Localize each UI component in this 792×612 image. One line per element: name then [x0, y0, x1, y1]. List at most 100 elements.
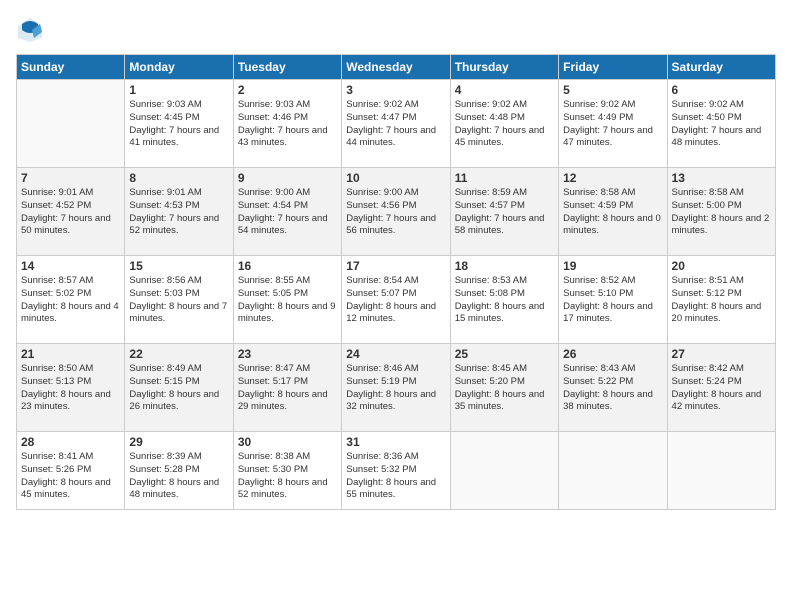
calendar-cell: 11Sunrise: 8:59 AMSunset: 4:57 PMDayligh…: [450, 168, 558, 256]
calendar-cell: 3 Sunrise: 9:02 AMSunset: 4:47 PMDaylight…: [342, 80, 450, 168]
day-number: 31: [346, 435, 445, 449]
day-info: Sunrise: 8:38 AMSunset: 5:30 PMDaylight:…: [238, 451, 337, 502]
day-number: 5: [563, 83, 662, 97]
header: [16, 16, 776, 44]
day-info: Sunrise: 8:49 AMSunset: 5:15 PMDaylight:…: [129, 363, 228, 414]
calendar-cell: 22Sunrise: 8:49 AMSunset: 5:15 PMDayligh…: [125, 344, 233, 432]
calendar-cell: 2 Sunrise: 9:03 AMSunset: 4:46 PMDaylight…: [233, 80, 341, 168]
calendar-cell: 31 Sunrise: 8:36 AMSunset: 5:32 PMDayligh…: [342, 432, 450, 510]
calendar-cell: 4Sunrise: 9:02 AMSunset: 4:48 PMDaylight…: [450, 80, 558, 168]
day-number: 19: [563, 259, 662, 273]
day-number: 24: [346, 347, 445, 361]
day-number: 30: [238, 435, 337, 449]
day-number: 15: [129, 259, 228, 273]
day-info: Sunrise: 9:00 AMSunset: 4:54 PMDaylight:…: [238, 187, 337, 238]
day-info: Sunrise: 9:02 AMSunset: 4:47 PMDaylight:…: [346, 99, 445, 150]
day-info: Sunrise: 9:01 AMSunset: 4:53 PMDaylight:…: [129, 187, 228, 238]
logo: [16, 16, 46, 44]
calendar-cell: [667, 432, 775, 510]
day-info: Sunrise: 8:58 AMSunset: 5:00 PMDaylight:…: [672, 187, 771, 238]
day-info: Sunrise: 8:58 AMSunset: 4:59 PMDaylight:…: [563, 187, 662, 238]
day-number: 28: [21, 435, 120, 449]
day-info: Sunrise: 8:52 AMSunset: 5:10 PMDaylight:…: [563, 275, 662, 326]
calendar-cell: [17, 80, 125, 168]
page: SundayMondayTuesdayWednesdayThursdayFrid…: [0, 0, 792, 612]
day-number: 2: [238, 83, 337, 97]
day-number: 7: [21, 171, 120, 185]
calendar-cell: 1 Sunrise: 9:03 AMSunset: 4:45 PMDaylight…: [125, 80, 233, 168]
day-number: 29: [129, 435, 228, 449]
day-info: Sunrise: 8:45 AMSunset: 5:20 PMDaylight:…: [455, 363, 554, 414]
calendar-cell: 19 Sunrise: 8:52 AMSunset: 5:10 PMDayligh…: [559, 256, 667, 344]
calendar-cell: 10 Sunrise: 9:00 AMSunset: 4:56 PMDayligh…: [342, 168, 450, 256]
day-number: 6: [672, 83, 771, 97]
day-number: 8: [129, 171, 228, 185]
calendar-cell: 14Sunrise: 8:57 AMSunset: 5:02 PMDayligh…: [17, 256, 125, 344]
day-number: 14: [21, 259, 120, 273]
calendar-cell: 5 Sunrise: 9:02 AMSunset: 4:49 PMDaylight…: [559, 80, 667, 168]
weekday-header-row: SundayMondayTuesdayWednesdayThursdayFrid…: [17, 55, 776, 80]
calendar-cell: 15 Sunrise: 8:56 AMSunset: 5:03 PMDayligh…: [125, 256, 233, 344]
day-number: 3: [346, 83, 445, 97]
logo-icon: [16, 16, 44, 44]
day-info: Sunrise: 8:56 AMSunset: 5:03 PMDaylight:…: [129, 275, 228, 326]
day-number: 16: [238, 259, 337, 273]
day-info: Sunrise: 8:46 AMSunset: 5:19 PMDaylight:…: [346, 363, 445, 414]
day-number: 23: [238, 347, 337, 361]
day-info: Sunrise: 9:02 AMSunset: 4:49 PMDaylight:…: [563, 99, 662, 150]
calendar-cell: 27 Sunrise: 8:42 AMSunset: 5:24 PMDayligh…: [667, 344, 775, 432]
calendar-cell: 6 Sunrise: 9:02 AMSunset: 4:50 PMDaylight…: [667, 80, 775, 168]
calendar-cell: 13 Sunrise: 8:58 AMSunset: 5:00 PMDayligh…: [667, 168, 775, 256]
calendar-cell: 8 Sunrise: 9:01 AMSunset: 4:53 PMDaylight…: [125, 168, 233, 256]
day-info: Sunrise: 8:50 AMSunset: 5:13 PMDaylight:…: [21, 363, 120, 414]
week-row-3: 14Sunrise: 8:57 AMSunset: 5:02 PMDayligh…: [17, 256, 776, 344]
day-info: Sunrise: 9:02 AMSunset: 4:50 PMDaylight:…: [672, 99, 771, 150]
weekday-header-thursday: Thursday: [450, 55, 558, 80]
calendar-cell: 7Sunrise: 9:01 AMSunset: 4:52 PMDaylight…: [17, 168, 125, 256]
calendar-cell: 9Sunrise: 9:00 AMSunset: 4:54 PMDaylight…: [233, 168, 341, 256]
calendar-cell: 21 Sunrise: 8:50 AMSunset: 5:13 PMDayligh…: [17, 344, 125, 432]
day-number: 17: [346, 259, 445, 273]
calendar-cell: [450, 432, 558, 510]
calendar: SundayMondayTuesdayWednesdayThursdayFrid…: [16, 54, 776, 510]
calendar-cell: 23Sunrise: 8:47 AMSunset: 5:17 PMDayligh…: [233, 344, 341, 432]
day-number: 12: [563, 171, 662, 185]
day-info: Sunrise: 9:03 AMSunset: 4:45 PMDaylight:…: [129, 99, 228, 150]
calendar-cell: 24 Sunrise: 8:46 AMSunset: 5:19 PMDayligh…: [342, 344, 450, 432]
calendar-cell: 25 Sunrise: 8:45 AMSunset: 5:20 PMDayligh…: [450, 344, 558, 432]
day-info: Sunrise: 9:00 AMSunset: 4:56 PMDaylight:…: [346, 187, 445, 238]
week-row-5: 28Sunrise: 8:41 AMSunset: 5:26 PMDayligh…: [17, 432, 776, 510]
day-number: 27: [672, 347, 771, 361]
day-info: Sunrise: 9:03 AMSunset: 4:46 PMDaylight:…: [238, 99, 337, 150]
day-number: 21: [21, 347, 120, 361]
calendar-cell: 12 Sunrise: 8:58 AMSunset: 4:59 PMDayligh…: [559, 168, 667, 256]
calendar-cell: 29Sunrise: 8:39 AMSunset: 5:28 PMDayligh…: [125, 432, 233, 510]
weekday-header-monday: Monday: [125, 55, 233, 80]
week-row-2: 7Sunrise: 9:01 AMSunset: 4:52 PMDaylight…: [17, 168, 776, 256]
weekday-header-tuesday: Tuesday: [233, 55, 341, 80]
day-number: 25: [455, 347, 554, 361]
day-info: Sunrise: 8:51 AMSunset: 5:12 PMDaylight:…: [672, 275, 771, 326]
week-row-4: 21 Sunrise: 8:50 AMSunset: 5:13 PMDayligh…: [17, 344, 776, 432]
day-number: 10: [346, 171, 445, 185]
day-number: 1: [129, 83, 228, 97]
day-info: Sunrise: 8:36 AMSunset: 5:32 PMDaylight:…: [346, 451, 445, 502]
day-number: 20: [672, 259, 771, 273]
day-number: 13: [672, 171, 771, 185]
day-info: Sunrise: 8:55 AMSunset: 5:05 PMDaylight:…: [238, 275, 337, 326]
weekday-header-sunday: Sunday: [17, 55, 125, 80]
calendar-cell: 18Sunrise: 8:53 AMSunset: 5:08 PMDayligh…: [450, 256, 558, 344]
weekday-header-wednesday: Wednesday: [342, 55, 450, 80]
day-info: Sunrise: 8:54 AMSunset: 5:07 PMDaylight:…: [346, 275, 445, 326]
weekday-header-friday: Friday: [559, 55, 667, 80]
calendar-cell: 28Sunrise: 8:41 AMSunset: 5:26 PMDayligh…: [17, 432, 125, 510]
day-info: Sunrise: 8:59 AMSunset: 4:57 PMDaylight:…: [455, 187, 554, 238]
day-number: 4: [455, 83, 554, 97]
calendar-cell: 16 Sunrise: 8:55 AMSunset: 5:05 PMDayligh…: [233, 256, 341, 344]
day-number: 18: [455, 259, 554, 273]
week-row-1: 1 Sunrise: 9:03 AMSunset: 4:45 PMDaylight…: [17, 80, 776, 168]
calendar-cell: 26Sunrise: 8:43 AMSunset: 5:22 PMDayligh…: [559, 344, 667, 432]
calendar-cell: 30 Sunrise: 8:38 AMSunset: 5:30 PMDayligh…: [233, 432, 341, 510]
day-number: 26: [563, 347, 662, 361]
day-info: Sunrise: 8:42 AMSunset: 5:24 PMDaylight:…: [672, 363, 771, 414]
